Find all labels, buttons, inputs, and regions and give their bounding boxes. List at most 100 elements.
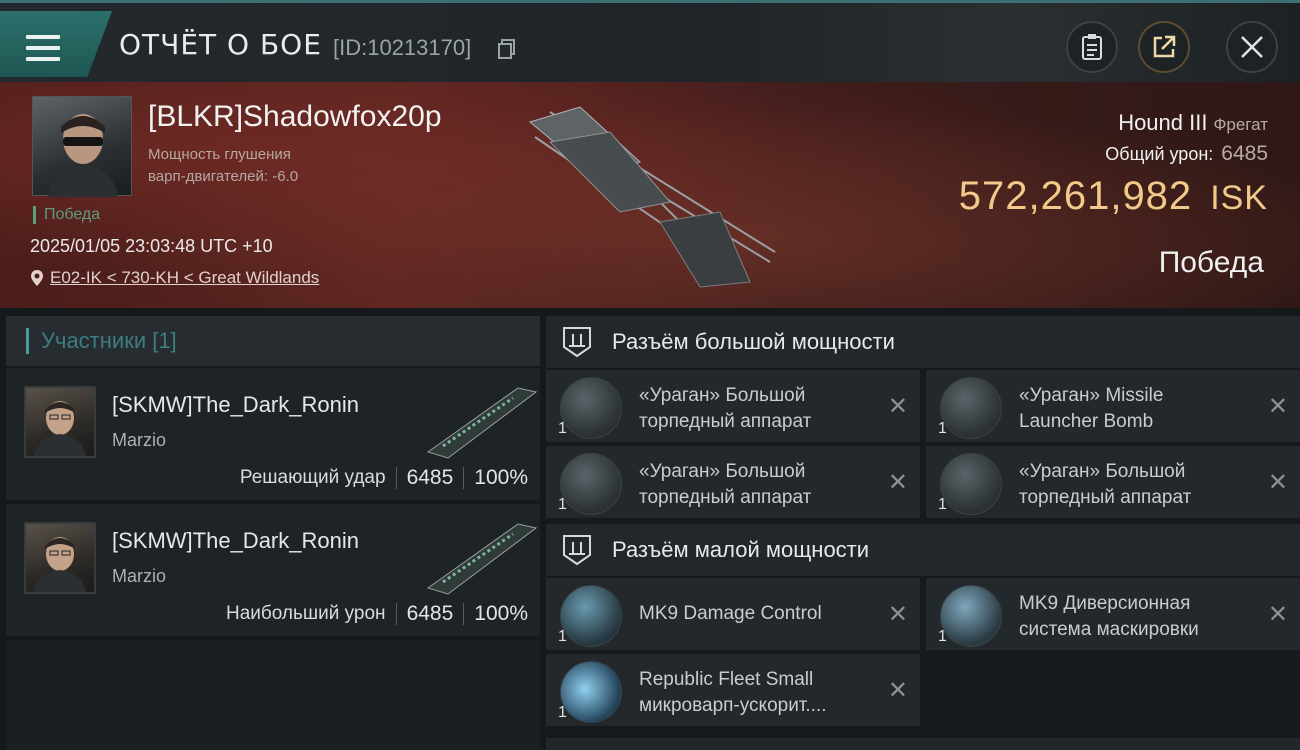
close-icon[interactable]: ✕ — [1268, 600, 1288, 629]
close-icon[interactable]: ✕ — [888, 468, 908, 497]
menu-button[interactable] — [0, 11, 112, 77]
torpedo-launcher-icon — [940, 453, 1002, 515]
divider — [395, 467, 397, 489]
pilot-portrait-icon — [48, 114, 118, 197]
participant-row[interactable]: [SKMW]The_Dark_Ronin Marzio Решающий уда… — [6, 368, 540, 504]
clipboard-icon — [1082, 34, 1102, 60]
module-qty: 1 — [558, 704, 567, 721]
participant-ship-icon[interactable] — [418, 380, 538, 460]
module-item[interactable]: 1 Republic Fleet Small микроварп-ускорит… — [546, 654, 920, 726]
participant-percent: 100% — [474, 602, 528, 625]
clipboard-button[interactable] — [1066, 21, 1118, 73]
damage-control-icon — [560, 585, 622, 647]
module-item[interactable]: 1 «Ураган» Большой торпедный аппарат ✕ — [546, 446, 920, 518]
divider — [463, 603, 465, 625]
module-name-line2: торпедный аппарат — [639, 411, 812, 432]
ship-class: Фрегат — [1213, 115, 1268, 134]
module-qty: 1 — [938, 496, 947, 513]
participant-damage: 6485 — [406, 466, 454, 489]
close-icon[interactable]: ✕ — [1268, 392, 1288, 421]
total-damage-label: Общий урон: — [1105, 144, 1214, 164]
microwarpdrive-icon — [560, 661, 622, 723]
divider — [463, 467, 465, 489]
close-icon[interactable]: ✕ — [888, 600, 908, 629]
torpedo-launcher-icon — [560, 377, 622, 439]
slot-icon — [563, 327, 591, 358]
divider — [395, 603, 397, 625]
close-icon[interactable]: ✕ — [1268, 468, 1288, 497]
share-button[interactable] — [1138, 21, 1190, 73]
module-qty: 1 — [938, 628, 947, 645]
module-name: MK9 Диверсионная система маскировки — [1019, 591, 1249, 643]
kill-datetime: 2025/01/05 23:03:48 UTC +10 — [30, 236, 273, 256]
participant-avatar[interactable] — [24, 386, 96, 458]
ship-type[interactable]: Hound III Фрегат — [1118, 110, 1268, 136]
module-name: «Ураган» Большой торпедный аппарат — [1019, 459, 1249, 511]
module-name-line1: MK9 Damage Control — [639, 603, 822, 624]
module-item[interactable]: 1 «Ураган» Missile Launcher Bomb ✕ — [926, 370, 1300, 442]
participant-stats: Решающий удар 6485 100% — [240, 466, 528, 490]
participant-ship-icon[interactable] — [418, 516, 538, 596]
victim-pilot-name[interactable]: [BLKR]Shadowfox20p — [148, 100, 442, 134]
ship-render-icon — [528, 106, 776, 288]
close-icon[interactable]: ✕ — [888, 392, 908, 421]
module-name: MK9 Damage Control — [639, 601, 869, 627]
pilot-portrait-icon — [34, 401, 86, 456]
participants-title: Участники [1] — [41, 328, 177, 353]
close-icon[interactable]: ✕ — [888, 676, 908, 705]
participant-label: Наибольший урон — [225, 603, 386, 624]
module-item[interactable]: 1 MK9 Damage Control ✕ — [546, 578, 920, 650]
share-icon — [1153, 35, 1176, 58]
isk-value: 572,261,982 ISK — [959, 174, 1268, 219]
module-name-line2: микроварп-ускорит.... — [639, 695, 827, 716]
participant-corp: Marzio — [112, 566, 167, 586]
participant-label: Решающий удар — [239, 467, 386, 488]
cloaking-device-icon — [940, 585, 1002, 647]
module-name: «Ураган» Большой торпедный аппарат — [639, 459, 869, 511]
warp-jam-strength: Мощность глушения варп-двигателей: -6.0 — [148, 144, 408, 188]
module-name-line2: система маскировки — [1019, 619, 1199, 640]
participant-name[interactable]: [SKMW]The_Dark_Ronin — [112, 528, 359, 554]
module-name-line1: MK9 Диверсионная — [1019, 593, 1191, 614]
module-name: «Ураган» Большой торпедный аппарат — [639, 383, 869, 435]
low-slot-header: Разъём малой мощности — [546, 524, 1300, 576]
location-link[interactable]: E02-IK < 730-KH < Great Wildlands — [30, 268, 319, 288]
participant-corp: Marzio — [112, 430, 167, 450]
isk-amount: 572,261,982 — [958, 174, 1193, 218]
menu-icon — [26, 35, 60, 63]
close-button[interactable] — [1226, 21, 1278, 73]
participant-stats: Наибольший урон 6485 100% — [226, 602, 528, 626]
participant-row[interactable]: [SKMW]The_Dark_Ronin Marzio Наибольший у… — [6, 504, 540, 640]
module-name-line1: «Ураган» Большой — [639, 385, 806, 406]
pilot-portrait-icon — [34, 537, 86, 592]
participant-percent: 100% — [474, 466, 528, 489]
module-name-line1: «Ураган» Большой — [1019, 461, 1186, 482]
module-qty: 1 — [938, 420, 947, 437]
participant-name[interactable]: [SKMW]The_Dark_Ronin — [112, 392, 359, 418]
torpedo-launcher-icon — [560, 453, 622, 515]
participant-damage: 6485 — [406, 602, 454, 625]
total-damage-value: 6485 — [1221, 142, 1268, 165]
module-qty: 1 — [558, 420, 567, 437]
fitting-panel: Разъём большой мощности 1 «Ураган» Больш… — [546, 316, 1300, 750]
copy-icon[interactable] — [498, 39, 516, 59]
victim-banner: [BLKR]Shadowfox20p Мощность глушения вар… — [0, 82, 1300, 308]
module-qty: 1 — [558, 496, 567, 513]
module-item[interactable]: 1 «Ураган» Большой торпедный аппарат ✕ — [926, 446, 1300, 518]
report-id: [ID:10213170] — [333, 35, 472, 60]
top-bar: ОТЧЁТ О БОЕ [ID:10213170] — [0, 0, 1300, 82]
header-accent-bar — [26, 328, 29, 354]
module-item[interactable]: 1 MK9 Диверсионная система маскировки ✕ — [926, 578, 1300, 650]
ship-name: Hound III — [1118, 110, 1208, 135]
close-icon — [1241, 36, 1263, 58]
module-qty: 1 — [558, 628, 567, 645]
module-name-line2: торпедный аппарат — [1019, 487, 1192, 508]
module-item[interactable]: 1 «Ураган» Большой торпедный аппарат ✕ — [546, 370, 920, 442]
participants-header[interactable]: Участники [1] — [6, 316, 540, 368]
jam-line-2: варп-двигателей: -6.0 — [148, 168, 299, 185]
module-name-line1: Republic Fleet Small — [639, 669, 814, 690]
victim-avatar[interactable] — [32, 96, 132, 197]
participants-panel: Участники [1] [SKMW]The_Dark_Ronin Marzi… — [6, 316, 540, 750]
isk-unit: ISK — [1210, 179, 1268, 217]
participant-avatar[interactable] — [24, 522, 96, 594]
